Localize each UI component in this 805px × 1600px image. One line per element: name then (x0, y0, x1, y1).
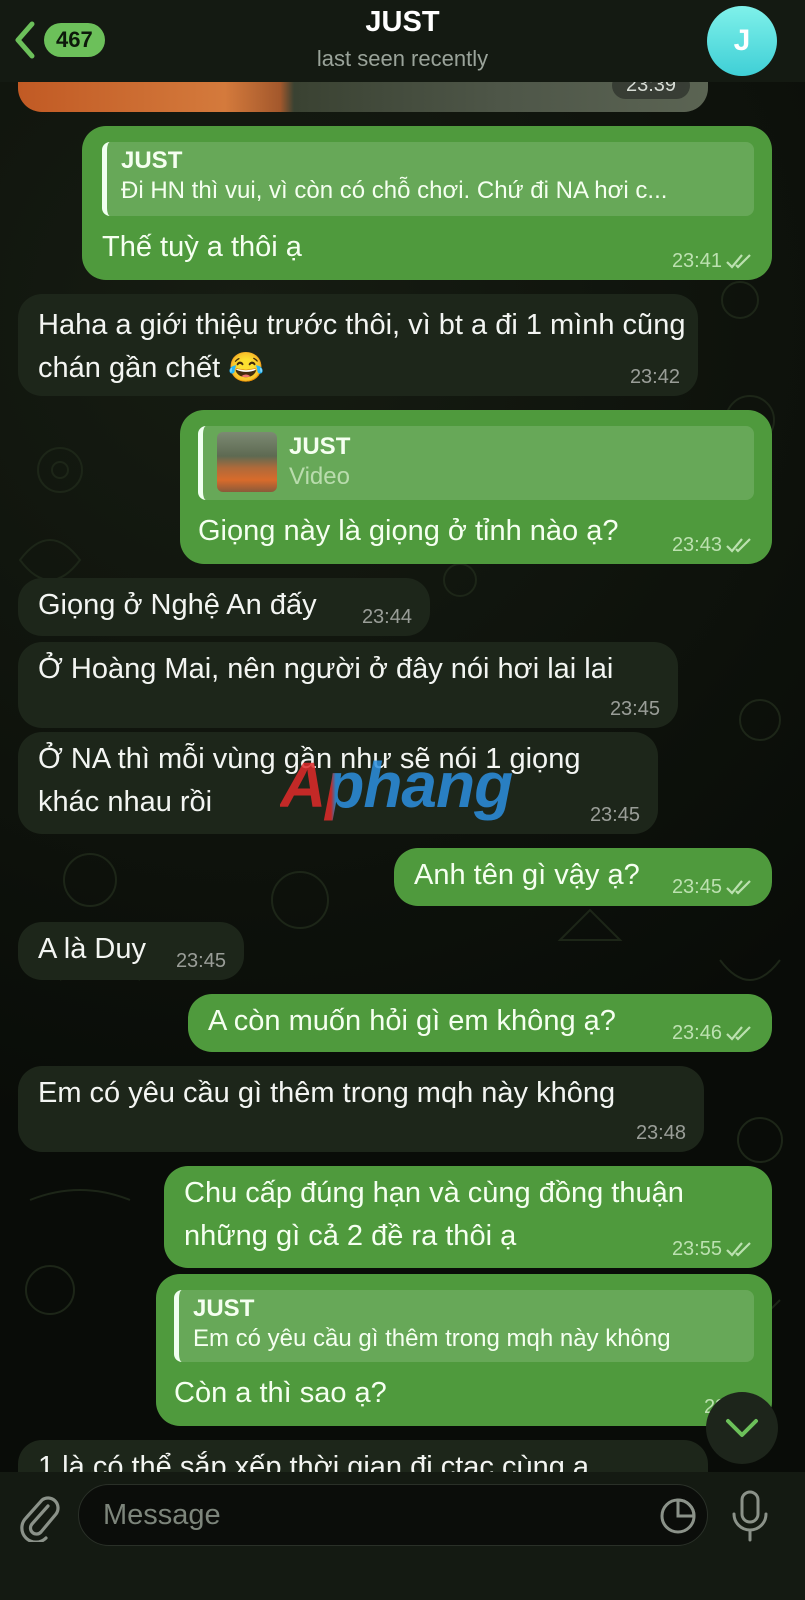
message-meta: 23:55 (672, 1238, 754, 1260)
message-time: 23:45 (589, 804, 640, 826)
message-text: Ở Hoàng Mai, nên người ở đây nói hơi lai… (38, 653, 614, 685)
scroll-to-bottom-button[interactable] (706, 1392, 778, 1464)
message-time: 23:46 (671, 1022, 722, 1044)
reply-quote[interactable]: JUST Em có yêu cầu gì thêm trong mqh này… (174, 1290, 754, 1362)
message-time: 23:45 (609, 698, 660, 720)
microphone-icon[interactable] (730, 1490, 770, 1542)
sticker-icon[interactable] (658, 1496, 698, 1536)
message-text: Thế tuỳ a thôi ạ (102, 231, 302, 263)
message-text: A còn muốn hỏi gì em không ạ? (208, 1005, 616, 1037)
avatar[interactable]: J (707, 6, 777, 76)
message-meta: 23:42 (630, 366, 680, 388)
message-text: Còn a thì sao ạ? (174, 1377, 387, 1409)
chat-title[interactable]: JUST (0, 6, 805, 39)
quote-text: Đi HN thì vui, vì còn có chỗ chơi. Chứ đ… (121, 177, 668, 204)
message-time: 23:42 (629, 366, 680, 388)
watermark-logo: Aphang (280, 749, 513, 821)
message-text: Chu cấp đúng hạn và cùng đồng thuận nhữn… (184, 1177, 684, 1252)
message-time: 23:45 (175, 950, 226, 972)
message-text: Haha a giới thiệu trước thôi, vì bt a đi… (38, 309, 686, 384)
last-seen-status: last seen recently (316, 46, 489, 71)
paperclip-icon[interactable] (18, 1492, 62, 1542)
message-time: 23:41 (671, 250, 722, 272)
message-meta: 23:45 (176, 950, 226, 972)
message-time: 23:45 (671, 876, 722, 898)
message-input[interactable] (78, 1484, 708, 1546)
chat-header: 467 JUST last seen recently J (0, 0, 805, 82)
outgoing-message[interactable]: Chu cấp đúng hạn và cùng đồng thuận nhữn… (164, 1166, 772, 1268)
outgoing-message[interactable]: JUST Video Giọng này là giọng ở tỉnh nào… (180, 410, 772, 564)
reply-quote[interactable]: JUST Video (198, 426, 754, 500)
outgoing-message[interactable]: Anh tên gì vậy ạ? 23:45 (394, 848, 772, 906)
message-text: Giọng này là giọng ở tỉnh nào ạ? (198, 515, 619, 547)
message-time: 23:43 (671, 534, 722, 556)
message-meta: 23:45 (672, 876, 754, 898)
double-check-icon (726, 880, 751, 895)
outgoing-message[interactable]: A còn muốn hỏi gì em không ạ? 23:46 (188, 994, 772, 1052)
quote-author: JUST (121, 147, 183, 174)
outgoing-message[interactable]: JUST Em có yêu cầu gì thêm trong mqh này… (156, 1274, 772, 1426)
outgoing-message[interactable]: JUST Đi HN thì vui, vì còn có chỗ chơi. … (82, 126, 772, 280)
incoming-message[interactable]: Em có yêu cầu gì thêm trong mqh này khôn… (18, 1066, 704, 1152)
incoming-message[interactable]: Haha a giới thiệu trước thôi, vì bt a đi… (18, 294, 698, 396)
incoming-message[interactable]: A là Duy 23:45 (18, 922, 244, 980)
chevron-down-icon (726, 1419, 758, 1437)
message-meta: 23:41 (672, 250, 754, 272)
quote-author: JUST (289, 433, 351, 460)
message-meta: 23:45 (610, 698, 660, 720)
composer-bar (0, 1472, 805, 1600)
video-thumbnail (217, 432, 277, 492)
incoming-message[interactable]: Ở Hoàng Mai, nên người ở đây nói hơi lai… (18, 642, 678, 728)
message-time: 23:48 (635, 1122, 686, 1144)
message-meta: 23:43 (672, 534, 754, 556)
quote-text: Video (289, 463, 350, 490)
quote-text: Em có yêu cầu gì thêm trong mqh này khôn… (193, 1325, 671, 1352)
message-meta: 23:46 (672, 1022, 754, 1044)
message-text: Em có yêu cầu gì thêm trong mqh này khôn… (38, 1077, 616, 1109)
message-text: Giọng ở Nghệ An đấy (38, 589, 317, 621)
double-check-icon (726, 254, 751, 269)
message-time: 23:44 (361, 606, 412, 628)
quote-author: JUST (193, 1295, 255, 1322)
incoming-message[interactable]: Giọng ở Nghệ An đấy 23:44 (18, 578, 430, 636)
double-check-icon (726, 1242, 751, 1257)
message-meta: 23:44 (362, 606, 412, 628)
double-check-icon (726, 538, 751, 553)
reply-quote[interactable]: JUST Đi HN thì vui, vì còn có chỗ chơi. … (102, 142, 754, 216)
message-time: 23:55 (671, 1238, 722, 1260)
message-meta: 23:48 (636, 1122, 686, 1144)
message-meta: 23:45 (590, 804, 640, 826)
double-check-icon (726, 1026, 751, 1041)
